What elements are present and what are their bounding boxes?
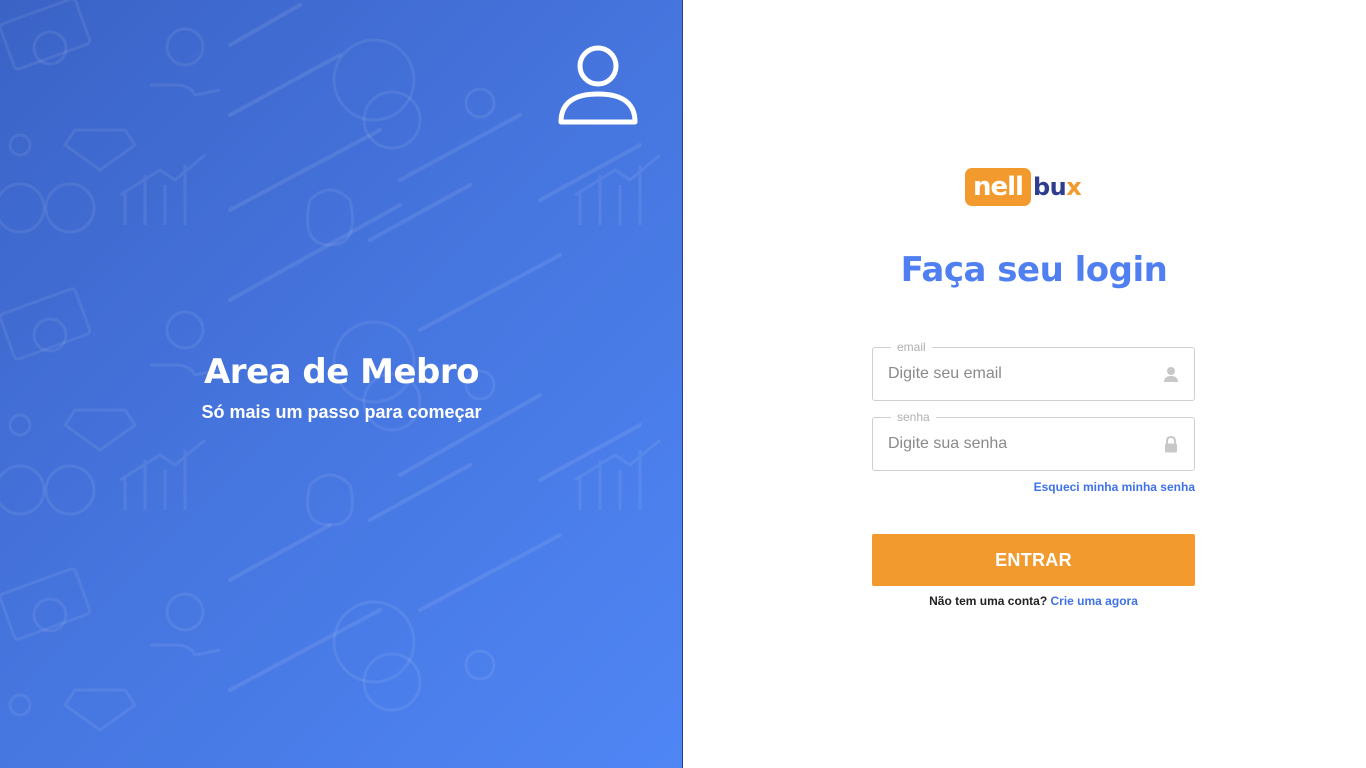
user-icon	[1164, 367, 1178, 382]
email-label: email	[891, 340, 932, 354]
signup-prompt-text: Não tem uma conta?	[929, 594, 1048, 608]
signup-prompt: Não tem uma conta? Crie uma agora	[872, 594, 1195, 608]
password-field[interactable]: senha	[872, 410, 1195, 471]
password-input[interactable]	[888, 430, 1148, 458]
password-label: senha	[891, 410, 936, 424]
email-input[interactable]	[888, 360, 1148, 388]
welcome-title: Area de Mebro	[203, 352, 480, 392]
nellbux-logo: nell bux	[965, 168, 1082, 206]
logo-bu: bu	[1032, 173, 1067, 201]
logo-bux-text: bux	[1032, 173, 1082, 201]
welcome-panel: Area de Mebro Só mais um passo para come…	[0, 0, 683, 768]
logo-nell-text: nell	[965, 168, 1031, 206]
email-field[interactable]: email	[872, 340, 1195, 401]
login-button[interactable]: ENTRAR	[872, 534, 1195, 586]
logo-x: x	[1066, 173, 1082, 201]
signup-link[interactable]: Crie uma agora	[1051, 594, 1138, 608]
user-icon	[558, 45, 638, 125]
login-title: Faça seu login	[900, 250, 1168, 290]
lock-icon	[1165, 436, 1177, 453]
forgot-password-link[interactable]: Esqueci minha minha senha	[872, 480, 1195, 494]
welcome-subtitle: Só mais um passo para começar	[201, 402, 482, 422]
